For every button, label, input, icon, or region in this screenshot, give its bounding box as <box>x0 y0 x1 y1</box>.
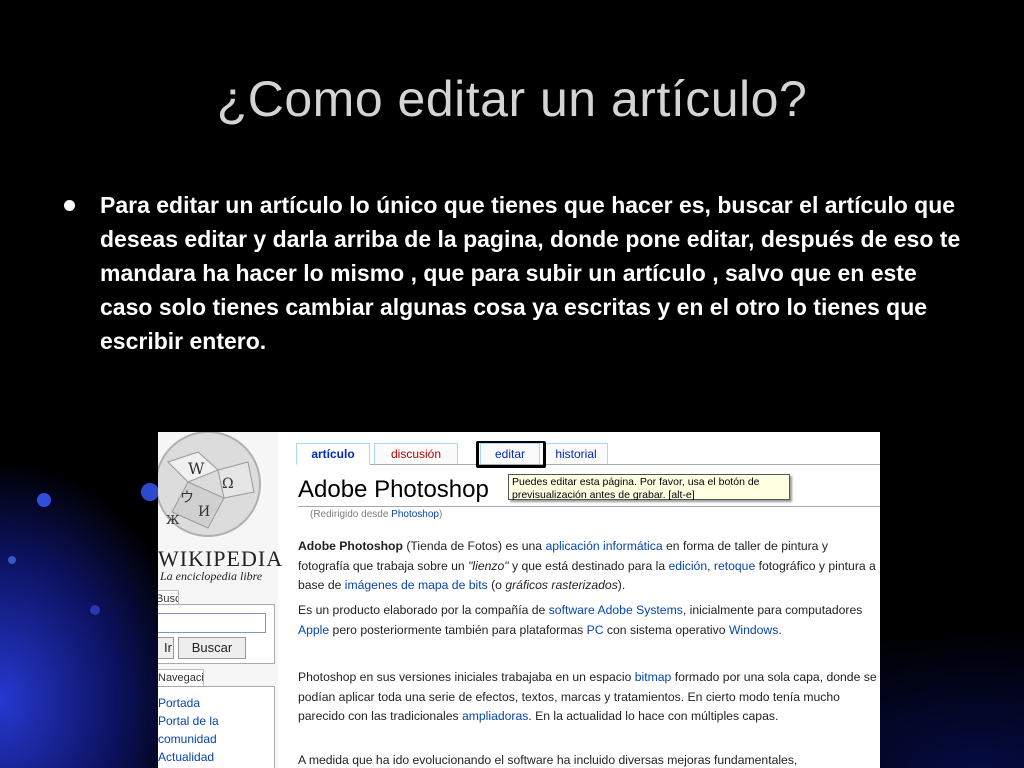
bullet-text: Para editar un artículo lo único que tie… <box>100 192 961 354</box>
slide-title: ¿Como editar un artículo? <box>216 71 808 127</box>
link-retoque[interactable]: retoque <box>714 559 755 573</box>
wikipedia-tagline: La enciclopedia libre <box>160 569 263 583</box>
svg-text:Ж: Ж <box>166 513 180 527</box>
svg-text:ウ: ウ <box>180 490 194 506</box>
search-input[interactable] <box>158 613 266 633</box>
title-underline <box>298 506 880 507</box>
navigation-box: Portada Portal de la comunidad Actualida… <box>158 686 275 768</box>
svg-text:W: W <box>188 459 205 478</box>
link-adobe-systems[interactable]: software Adobe Systems <box>549 603 683 617</box>
search-button[interactable]: Buscar <box>178 637 246 659</box>
link-aplicacion[interactable]: aplicación informática <box>545 539 662 553</box>
bullet-item: Para editar un artículo lo único que tie… <box>60 188 970 358</box>
subject-bold: Adobe Photoshop <box>298 539 403 553</box>
search-box: Ir Buscar <box>158 604 275 664</box>
tab-article[interactable]: artículo <box>296 443 370 465</box>
text: , inicialmente para computadores <box>682 603 863 617</box>
text: Photoshop en sus versiones iniciales tra… <box>298 670 635 684</box>
link-apple[interactable]: Apple <box>298 623 329 637</box>
redirect-link[interactable]: Photoshop <box>391 509 439 520</box>
text: con sistema operativo <box>603 622 729 637</box>
svg-text:И: И <box>198 504 210 520</box>
text: pero posteriormente también para platafo… <box>329 622 587 637</box>
article-paragraph-2: Es un producto elaborado por la compañía… <box>298 601 878 640</box>
tooltip-line-1: Puedes editar esta página. Por favor, us… <box>512 476 760 488</box>
wikipedia-globe-icon: W Ω ウ И Ж <box>158 432 261 537</box>
text: . <box>778 622 782 637</box>
wikipedia-screenshot: W Ω ウ И Ж WIKIPEDIA La enciclopedia libr… <box>158 432 880 768</box>
text-italic: gráficos rasterizados <box>505 578 618 592</box>
link-pc[interactable]: PC <box>587 623 604 637</box>
svg-text:Ω: Ω <box>222 476 234 492</box>
link-bitmap[interactable]: bitmap <box>635 670 672 684</box>
article-paragraph-1: Adobe Photoshop (Tienda de Fotos) es una… <box>298 537 878 596</box>
text: (o <box>487 578 506 592</box>
redirect-note: (Redirigido desde Photoshop) <box>310 509 442 520</box>
nav-link-portada[interactable]: Portada <box>158 696 200 710</box>
tooltip-line-2: previsualización antes de grabar. [alt-e… <box>512 488 695 501</box>
article-paragraph-4: A medida que ha ido evolucionando el sof… <box>298 753 798 767</box>
redirect-prefix: (Redirigido desde <box>310 509 392 520</box>
text: ). <box>617 578 626 592</box>
tabs-divider <box>296 464 880 465</box>
tab-edit[interactable]: editar <box>480 443 540 464</box>
wiki-sidebar: W Ω ウ И Ж WIKIPEDIA La enciclopedia libr… <box>158 432 282 768</box>
article-title: Adobe Photoshop <box>298 476 489 503</box>
link-edicion[interactable]: edición <box>668 559 707 573</box>
link-imagenes[interactable]: imágenes de mapa de bits <box>345 578 488 592</box>
navigation-label: Navegación <box>158 669 204 687</box>
text-italic: "lienzo" <box>468 558 509 573</box>
text: Es un producto elaborado por la compañía… <box>298 603 549 617</box>
edit-tooltip: Puedes editar esta página. Por favor, us… <box>508 474 790 501</box>
text: (Tienda de Fotos) es una <box>402 539 546 553</box>
nav-link-actualidad[interactable]: Actualidad <box>158 750 214 764</box>
tab-discussion[interactable]: discusión <box>374 443 458 464</box>
link-ampliadoras[interactable]: ampliadoras <box>462 709 528 723</box>
text: . En la actualidad lo hace con múltiples… <box>528 709 779 723</box>
bullet-icon <box>64 200 75 211</box>
link-windows[interactable]: Windows <box>729 623 778 637</box>
tab-history[interactable]: historial <box>544 443 608 464</box>
redirect-suffix: ) <box>439 509 443 520</box>
go-button[interactable]: Ir <box>158 637 174 659</box>
article-paragraph-3: Photoshop en sus versiones iniciales tra… <box>298 668 878 727</box>
nav-link-comunidad[interactable]: comunidad <box>158 732 217 746</box>
text: , <box>707 558 714 573</box>
text: y que está destinado para la <box>508 558 669 573</box>
nav-link-portal[interactable]: Portal de la <box>158 714 219 728</box>
